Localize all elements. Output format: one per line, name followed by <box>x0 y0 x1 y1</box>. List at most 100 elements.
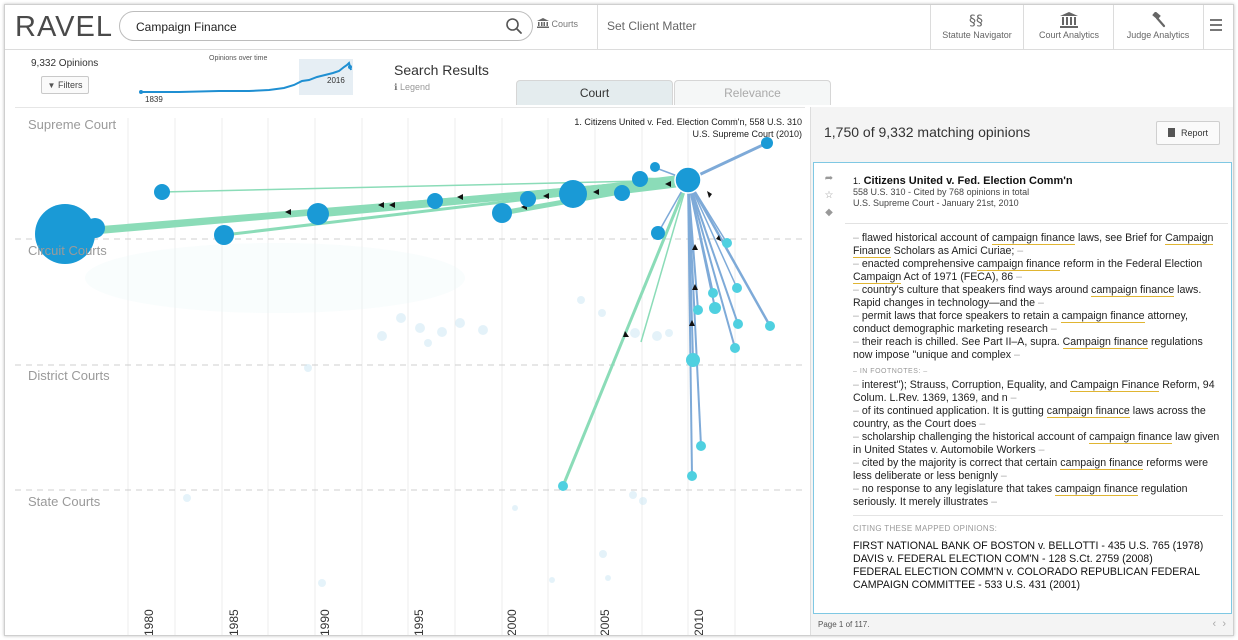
citation-graph-canvas[interactable] <box>15 108 805 636</box>
snippet: – permit laws that force speakers to ret… <box>853 310 1188 335</box>
divider <box>845 223 1228 224</box>
case-node[interactable] <box>558 481 568 491</box>
share-icon[interactable]: ➦ <box>822 173 836 190</box>
top-bar: RAVEL Courts Set Client Matter §§ <box>5 5 1233 50</box>
pager-arrows: ‹ › <box>1213 618 1226 630</box>
gavel-icon <box>1152 12 1166 28</box>
matching-count: 1,750 of 9,332 matching opinions <box>824 124 1031 140</box>
section-sign-icon: §§ <box>969 13 983 28</box>
courthouse-icon <box>1060 12 1078 28</box>
divider <box>1113 5 1114 49</box>
case-node[interactable] <box>708 288 718 298</box>
judge-analytics-label: Judge Analytics <box>1126 30 1190 40</box>
case-node[interactable] <box>732 283 742 293</box>
case-node[interactable] <box>492 203 512 223</box>
court-analytics-label: Court Analytics <box>1038 30 1100 40</box>
client-matter-button[interactable]: Set Client Matter <box>607 19 696 33</box>
citation-graph[interactable]: Supreme Court Circuit Courts District Co… <box>15 107 805 636</box>
case-header: 1. Citizens United v. Fed. Election Comm… <box>853 175 1223 209</box>
case-node[interactable] <box>696 441 706 451</box>
case-court-date: U.S. Supreme Court - January 21st, 2010 <box>853 198 1019 208</box>
case-node[interactable] <box>614 185 630 201</box>
case-node[interactable] <box>632 171 648 187</box>
divider <box>1023 5 1024 49</box>
search-box[interactable] <box>119 11 533 41</box>
timeline-start-point <box>139 90 143 94</box>
tier-supreme-court: Supreme Court <box>28 117 117 132</box>
citing-header: CITING THESE MAPPED OPINIONS: <box>853 515 1223 535</box>
snippet: – of its continued application. It is gu… <box>853 405 1206 430</box>
search-icon[interactable] <box>504 16 524 36</box>
case-node[interactable] <box>559 180 587 208</box>
legend-link[interactable]: ℹ Legend <box>394 82 430 93</box>
judge-analytics-button[interactable]: Judge Analytics <box>1115 5 1201 49</box>
year-label: 2010 <box>692 609 706 636</box>
year-label: 1980 <box>142 609 156 636</box>
case-node[interactable] <box>214 225 234 245</box>
search-input[interactable] <box>134 16 498 38</box>
tier-district-courts: District Courts <box>28 368 110 383</box>
year-label: 2000 <box>505 609 519 636</box>
tier-state-courts: State Courts <box>28 494 101 509</box>
case-node[interactable] <box>765 321 775 331</box>
legend-label: Legend <box>399 82 430 92</box>
tag-icon[interactable]: ◆ <box>822 207 836 224</box>
selected-case-title: 1. Citizens United v. Fed. Election Comm… <box>574 117 802 127</box>
snippet: – flawed historical account of campaign … <box>853 232 1214 258</box>
year-label: 2005 <box>598 609 612 636</box>
tab-relevance[interactable]: Relevance <box>674 80 831 105</box>
snippet: – enacted comprehensive campaign finance… <box>853 258 1203 284</box>
citing-opinion[interactable]: DAVIS v. FEDERAL ELECTION COM'N - 128 S.… <box>853 553 1223 566</box>
citizens-united-node[interactable] <box>674 166 702 194</box>
selected-case-label: 1. Citizens United v. Fed. Election Comm… <box>574 116 802 140</box>
opinion-count: 9,332 Opinions <box>31 58 99 69</box>
results-panel: 1,750 of 9,332 matching opinions Report … <box>810 107 1233 635</box>
case-nodes[interactable] <box>35 137 775 491</box>
case-node[interactable] <box>651 226 665 240</box>
case-node[interactable] <box>687 471 697 481</box>
citing-opinion[interactable]: FIRST NATIONAL BANK OF BOSTON v. BELLOTT… <box>853 540 1223 553</box>
snippet: – cited by the majority is correct that … <box>853 457 1209 482</box>
star-icon[interactable]: ☆ <box>822 190 836 207</box>
footnotes-label: – IN FOOTNOTES: – <box>853 368 928 375</box>
snippet: – scholarship challenging the historical… <box>853 431 1220 456</box>
divider <box>597 5 598 49</box>
snippet-list: – flawed historical account of campaign … <box>853 232 1223 592</box>
tab-court[interactable]: Court <box>516 80 673 105</box>
timeline-end-year: 2016 <box>327 76 345 85</box>
timeline-selection[interactable] <box>299 59 353 95</box>
case-card[interactable]: ➦ ☆ ◆ 1. Citizens United v. Fed. Electio… <box>813 162 1232 614</box>
next-page-icon[interactable]: › <box>1222 618 1226 630</box>
menu-icon[interactable] <box>1210 19 1222 34</box>
app-logo[interactable]: RAVEL <box>15 11 113 44</box>
case-title-line[interactable]: 1. Citizens United v. Fed. Election Comm… <box>853 175 1223 187</box>
year-label: 1990 <box>318 609 332 636</box>
report-button[interactable]: Report <box>1156 121 1220 145</box>
court-analytics-button[interactable]: Court Analytics <box>1027 5 1111 49</box>
selected-case-court: U.S. Supreme Court (2010) <box>692 129 802 139</box>
case-node[interactable] <box>307 203 329 225</box>
case-node[interactable] <box>650 162 660 172</box>
case-node[interactable] <box>85 218 105 238</box>
case-node[interactable] <box>733 319 743 329</box>
faded-nodes <box>85 243 673 587</box>
app-window: RAVEL Courts Set Client Matter §§ <box>4 4 1234 636</box>
prev-page-icon[interactable]: ‹ <box>1213 618 1217 630</box>
statute-navigator-button[interactable]: §§ Statute Navigator <box>933 5 1021 49</box>
case-node[interactable] <box>693 305 703 315</box>
courts-filter[interactable]: Courts <box>537 18 578 29</box>
case-node[interactable] <box>520 191 536 207</box>
case-title[interactable]: Citizens United v. Fed. Election Comm'n <box>864 175 1073 187</box>
citing-opinion[interactable]: FEDERAL ELECTION COMM'N v. COLORADO REPU… <box>853 566 1223 592</box>
statute-navigator-label: Statute Navigator <box>942 30 1012 40</box>
opinions-timeline[interactable]: 1839 2016 <box>139 53 354 103</box>
filters-button[interactable]: ▼ Filters <box>41 76 89 94</box>
case-node[interactable] <box>722 238 732 248</box>
divider <box>1203 5 1204 49</box>
case-node[interactable] <box>730 343 740 353</box>
case-node[interactable] <box>709 302 721 314</box>
case-node[interactable] <box>427 193 443 209</box>
case-node[interactable] <box>154 184 170 200</box>
snippet: – their reach is chilled. See Part II–A,… <box>853 336 1203 361</box>
case-node[interactable] <box>686 353 700 367</box>
